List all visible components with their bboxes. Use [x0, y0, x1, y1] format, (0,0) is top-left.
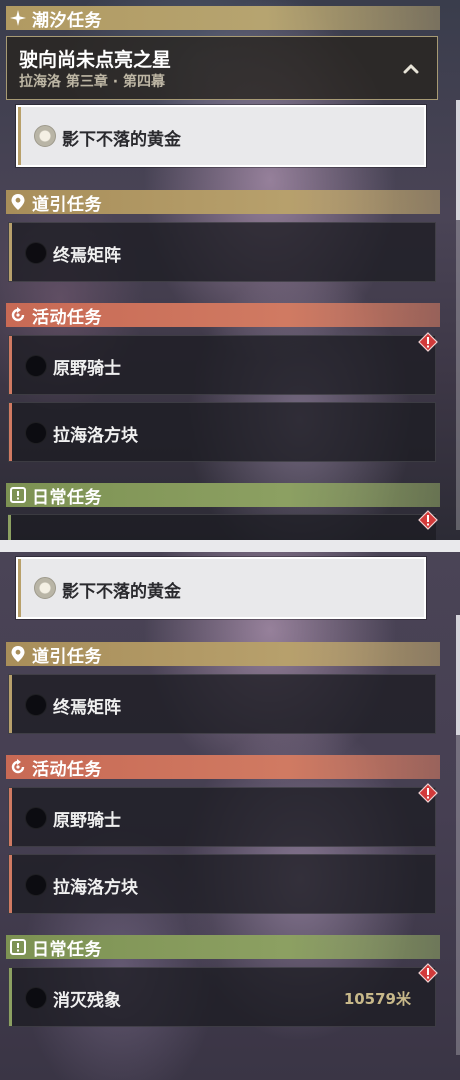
quest-card-daily-partial[interactable]: [8, 514, 436, 540]
card-accent: [9, 788, 12, 846]
section-guide-quests: 道引任务: [6, 642, 440, 667]
quest-card-event[interactable]: 原野骑士: [8, 335, 436, 395]
quest-status-dot: [25, 987, 47, 1009]
section-title: 潮汐任务: [32, 10, 102, 31]
quest-label: 拉海洛方块: [53, 426, 138, 446]
main-quest-card[interactable]: 驶向尚未点亮之星 拉海洛 第三章 · 第四幕: [6, 36, 438, 100]
card-accent: [9, 968, 12, 1026]
section-title: 日常任务: [32, 939, 102, 960]
section-title: 道引任务: [32, 194, 102, 215]
section-title: 活动任务: [32, 759, 102, 780]
quest-card-guide[interactable]: 终焉矩阵: [8, 222, 436, 282]
scrollbar-thumb[interactable]: [456, 100, 460, 220]
tracked-quest-card[interactable]: 影下不落的黄金: [16, 105, 426, 167]
section-title: 道引任务: [32, 646, 102, 667]
section-guide-quests: 道引任务: [6, 190, 440, 215]
sparkle-icon: [10, 10, 26, 26]
section-event-quests: 活动任务: [6, 303, 440, 328]
scrollbar-thumb[interactable]: [456, 615, 460, 735]
quest-label: 原野骑士: [53, 811, 121, 831]
refresh-icon: [10, 307, 26, 323]
quest-status-dot: [25, 422, 47, 444]
warning-diamond-icon: [418, 332, 438, 352]
quest-status-dot: [25, 694, 47, 716]
quest-card-event[interactable]: 原野骑士: [8, 787, 436, 847]
tracked-quest-card[interactable]: 影下不落的黄金: [16, 557, 426, 619]
card-accent: [9, 675, 12, 733]
tracked-quest-label: 影下不落的黄金: [62, 582, 181, 602]
scrollbar-top[interactable]: [456, 100, 460, 530]
location-pin-icon: [10, 646, 26, 662]
tracking-ring-icon: [34, 125, 56, 147]
section-tide-quests: 潮汐任务: [6, 6, 440, 31]
warning-diamond-icon: [418, 963, 438, 983]
quest-status-dot: [25, 874, 47, 896]
card-accent: [9, 403, 12, 461]
card-accent: [8, 515, 11, 540]
section-daily-quests: 日常任务: [6, 483, 440, 508]
quest-card-guide[interactable]: 终焉矩阵: [8, 674, 436, 734]
quest-label: 原野骑士: [53, 359, 121, 379]
tracked-quest-label: 影下不落的黄金: [62, 130, 181, 150]
chevron-up-icon[interactable]: [403, 61, 419, 77]
main-quest-title: 驶向尚未点亮之星: [19, 49, 172, 71]
quest-card-daily[interactable]: 消灭残象 10579米: [8, 967, 436, 1027]
card-accent: [18, 559, 21, 617]
exclamation-box-icon: [10, 487, 26, 503]
warning-diamond-icon: [418, 510, 438, 530]
screenshot-divider: [0, 540, 460, 552]
quest-status-dot: [25, 807, 47, 829]
card-accent: [18, 107, 21, 165]
quest-card-event[interactable]: 拉海洛方块: [8, 402, 436, 462]
section-daily-quests: 日常任务: [6, 935, 440, 960]
section-event-quests: 活动任务: [6, 755, 440, 780]
quest-label: 消灭残象: [53, 991, 121, 1011]
location-pin-icon: [10, 194, 26, 210]
section-title: 活动任务: [32, 307, 102, 328]
exclamation-box-icon: [10, 939, 26, 955]
card-accent: [9, 855, 12, 913]
main-quest-subtitle: 拉海洛 第三章 · 第四幕: [19, 74, 165, 90]
refresh-icon: [10, 759, 26, 775]
quest-label: 拉海洛方块: [53, 878, 138, 898]
quest-status-dot: [25, 355, 47, 377]
section-title: 日常任务: [32, 487, 102, 508]
scrollbar-bottom[interactable]: [456, 615, 460, 1055]
quest-label: 终焉矩阵: [53, 698, 121, 718]
warning-diamond-icon: [418, 783, 438, 803]
tracking-ring-icon: [34, 577, 56, 599]
quest-card-event[interactable]: 拉海洛方块: [8, 854, 436, 914]
card-accent: [9, 223, 12, 281]
card-accent: [9, 336, 12, 394]
quest-label: 终焉矩阵: [53, 246, 121, 266]
quest-status-dot: [25, 242, 47, 264]
quest-distance: 10579米: [343, 990, 411, 1008]
